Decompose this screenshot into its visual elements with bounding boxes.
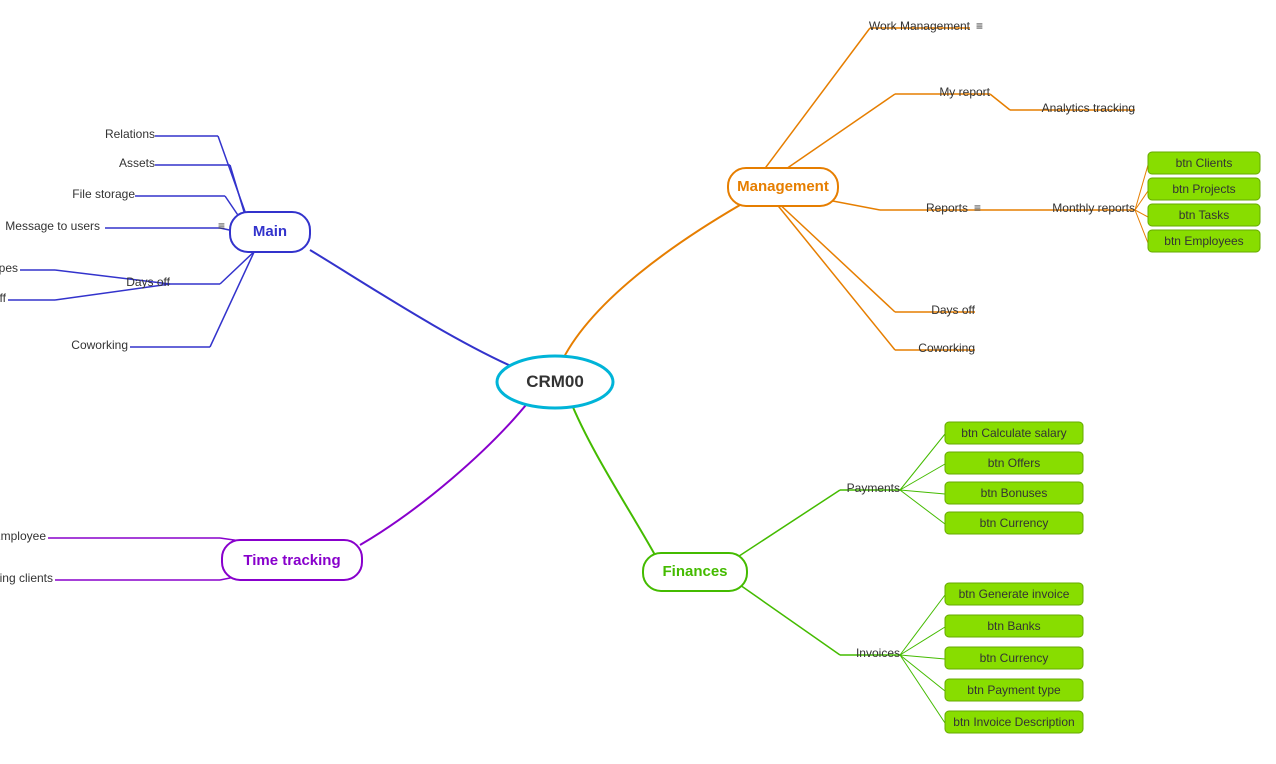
- finances-item-payments: Payments: [847, 481, 900, 495]
- mindmap: Main Relations Assets File storage Messa…: [0, 0, 1276, 764]
- main-item-file-storage: File storage: [72, 187, 135, 201]
- main-item-days-off: Days off: [126, 275, 170, 289]
- finances-node-label: Finances: [662, 563, 727, 580]
- btn-projects[interactable]: btn Projects: [1172, 182, 1235, 196]
- btn-tasks[interactable]: btn Tasks: [1179, 208, 1229, 222]
- main-item-day-off-types: Day off types: [0, 261, 18, 275]
- center-node-label: CRM00: [526, 372, 584, 391]
- btn-generate-invoice[interactable]: btn Generate invoice: [959, 587, 1070, 601]
- btn-currency-invoices[interactable]: btn Currency: [980, 651, 1049, 665]
- main-item-coworking: Coworking: [71, 338, 128, 352]
- time-item-employee: Time tracking Employee: [0, 529, 46, 543]
- time-item-clients: Time tracking clients: [0, 571, 53, 585]
- mgmt-item-reports: Reports: [926, 201, 968, 215]
- btn-banks[interactable]: btn Banks: [987, 619, 1040, 633]
- main-item-message: Message to users: [5, 219, 100, 233]
- mgmt-item-my-report: My report: [939, 85, 990, 99]
- main-item-relations: Relations: [105, 127, 155, 141]
- management-node-label: Management: [737, 178, 829, 195]
- time-tracking-node-label: Time tracking: [243, 552, 340, 569]
- main-node-label: Main: [253, 223, 287, 240]
- btn-employees[interactable]: btn Employees: [1164, 234, 1243, 248]
- mgmt-item-coworking: Coworking: [918, 341, 975, 355]
- reports-icon: ≡: [974, 201, 981, 215]
- main-item-assets: Assets: [119, 156, 155, 170]
- btn-calculate-salary[interactable]: btn Calculate salary: [961, 426, 1066, 440]
- work-mgmt-icon: ≡: [976, 19, 983, 33]
- mgmt-item-days-off: Days off: [931, 303, 975, 317]
- btn-bonuses[interactable]: btn Bonuses: [981, 486, 1048, 500]
- mgmt-item-monthly-reports: Monthly reports: [1052, 201, 1135, 215]
- main-item-employee-days-off: Employee days off: [0, 291, 7, 305]
- mgmt-item-work-management: Work Management: [869, 19, 971, 33]
- btn-offers[interactable]: btn Offers: [988, 456, 1040, 470]
- btn-currency-payments[interactable]: btn Currency: [980, 516, 1049, 530]
- btn-clients[interactable]: btn Clients: [1176, 156, 1233, 170]
- btn-payment-type[interactable]: btn Payment type: [967, 683, 1061, 697]
- finances-item-invoices: Invoices: [856, 646, 900, 660]
- btn-invoice-description[interactable]: btn Invoice Description: [953, 715, 1074, 729]
- message-menu-icon: ≡: [218, 219, 225, 233]
- mgmt-item-analytics: Analytics tracking: [1042, 101, 1135, 115]
